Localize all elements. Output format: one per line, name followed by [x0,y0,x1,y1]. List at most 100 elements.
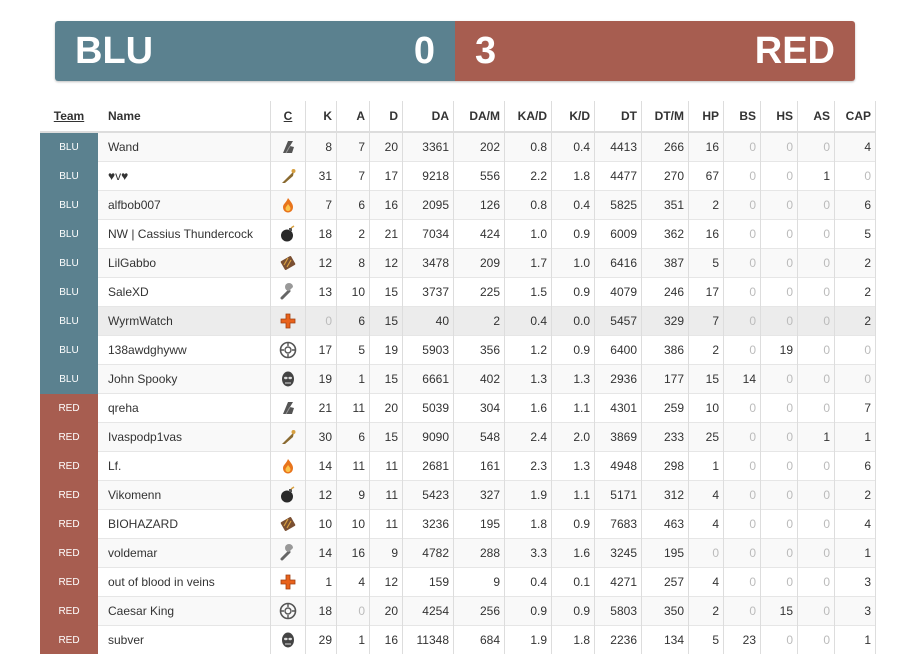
stat-damage: 40 [402,306,454,336]
table-row[interactable]: BLU ♥v♥ 31 7 17 9218 556 2.2 1.8 4477 270 67 0 0 1 0 [40,161,876,191]
player-name[interactable]: Wand [98,131,271,162]
table-row[interactable]: BLU LilGabbo 12 8 12 3478 209 1.7 1.0 6416 387 5 0 0 0… [40,248,876,278]
stat-deaths: 9 [369,538,403,568]
table-row[interactable]: BLU NW | Cassius Thundercock 18 2 21 7034 424 1… [40,219,876,249]
stat-assists: 9 [336,480,370,510]
stat-airshots: 0 [797,306,835,336]
stat-damage: 2681 [402,451,454,481]
stat-damage-taken-per-minute: 386 [641,335,689,365]
stat-kad: 0.4 [504,567,552,597]
table-row[interactable]: RED Ivaspodp1vas 30 6 15 9090 548 2.4 2.0 3869 233… [40,422,876,452]
scoreboard-header: BLU 0 3 RED [55,21,855,81]
player-name[interactable]: LilGabbo [98,248,271,278]
scout-class-icon [283,141,294,154]
stat-assists: 7 [336,161,370,191]
stat-damage-per-minute: 402 [453,364,505,394]
column-header-bs[interactable]: BS [723,101,761,133]
stat-damage-taken: 3869 [594,422,642,452]
table-row[interactable]: BLU Wand 8 7 20 3361 202 0.8 0.4 4413 266 16 0 0 0 4 [40,131,876,162]
table-row[interactable]: RED Vikomenn 12 9 11 5423 327 1.9 1.1 5171 312 4 0 0 0… [40,480,876,510]
column-header-hs[interactable]: HS [760,101,798,133]
column-header-da-m[interactable]: DA/M [453,101,505,133]
stat-headshots: 0 [760,277,798,307]
stat-backstabs: 0 [723,277,761,307]
table-row[interactable]: RED BIOHAZARD 10 10 11 3236 195 1.8 0.9 7683 463 4 0… [40,509,876,539]
stat-damage: 3361 [402,131,454,162]
stat-assists: 16 [336,538,370,568]
column-header-cap[interactable]: CAP [834,101,876,133]
stat-deaths: 15 [369,422,403,452]
column-header-ka-d[interactable]: KA/D [504,101,552,133]
player-name[interactable]: 138awdghyww [98,335,271,365]
column-header-c[interactable]: C [270,101,306,133]
stat-deaths: 11 [369,480,403,510]
player-name[interactable]: BIOHAZARD [98,509,271,539]
stat-damage-taken: 4948 [594,451,642,481]
stat-kd: 0.9 [551,219,595,249]
player-name[interactable]: John Spooky [98,364,271,394]
column-header-k[interactable]: K [305,101,337,133]
player-name[interactable]: Lf. [98,451,271,481]
stat-kd: 0.1 [551,567,595,597]
stat-kills: 18 [305,219,337,249]
player-name[interactable]: WyrmWatch [98,306,271,336]
stat-damage: 5423 [402,480,454,510]
stat-deaths: 20 [369,596,403,626]
table-row[interactable]: BLU John Spooky 19 1 15 6661 402 1.3 1.3 2936 177 1… [40,364,876,394]
table-row[interactable]: BLU WyrmWatch 0 6 15 40 2 0.4 0.0 5457 329 7 0 0 0 2 [40,306,876,336]
table-row[interactable]: RED qreha 21 11 20 5039 304 1.6 1.1 4301 259 10 0 0 0 7 [40,393,876,423]
table-row[interactable]: BLU alfbob007 7 6 16 2095 126 0.8 0.4 5825 351 2 0 0 0… [40,190,876,220]
column-header-team[interactable]: Team [40,101,98,133]
player-name[interactable]: alfbob007 [98,190,271,220]
team-badge: RED [40,625,98,654]
player-name[interactable]: Caesar King [98,596,271,626]
stat-backstabs: 0 [723,335,761,365]
column-header-dt[interactable]: DT [594,101,642,133]
column-header-name[interactable]: Name [98,101,271,133]
table-row[interactable]: BLU SaleXD 13 10 15 3737 225 1.5 0.9 4079 246 17 0 0 0… [40,277,876,307]
pyro-class-icon [283,459,293,474]
stat-backstabs: 0 [723,248,761,278]
column-header-da[interactable]: DA [402,101,454,133]
player-name[interactable]: subver [98,625,271,654]
player-name[interactable]: out of blood in veins [98,567,271,597]
column-header-dt-m[interactable]: DT/M [641,101,689,133]
stat-damage-per-minute: 424 [453,219,505,249]
stat-kad: 1.3 [504,364,552,394]
stat-damage-taken-per-minute: 270 [641,161,689,191]
table-row[interactable]: RED Lf. 14 11 11 2681 161 2.3 1.3 4948 298 1 0 0 0 6 [40,451,876,481]
stat-backstabs: 0 [723,131,761,162]
player-name[interactable]: qreha [98,393,271,423]
column-header-as[interactable]: AS [797,101,835,133]
stat-headshots: 0 [760,451,798,481]
stat-airshots: 0 [797,451,835,481]
player-name[interactable]: SaleXD [98,277,271,307]
stat-damage: 159 [402,567,454,597]
player-name[interactable]: voldemar [98,538,271,568]
column-header-hp[interactable]: HP [688,101,724,133]
table-row[interactable]: RED voldemar 14 16 9 4782 288 3.3 1.6 3245 195 0 0 0 0… [40,538,876,568]
stat-damage-taken: 2936 [594,364,642,394]
table-row[interactable]: BLU 138awdghyww 17 5 19 5903 356 1.2 0.9 6400 386 2… [40,335,876,365]
table-row[interactable]: RED out of blood in veins 1 4 12 159 9 0.4 0.1 42… [40,567,876,597]
stat-kills: 31 [305,161,337,191]
team-badge: BLU [40,190,98,220]
player-name[interactable]: ♥v♥ [98,161,271,191]
player-name[interactable]: NW | Cassius Thundercock [98,219,271,249]
stat-kills: 12 [305,480,337,510]
column-header-a[interactable]: A [336,101,370,133]
stat-kd: 1.3 [551,364,595,394]
stat-damage-taken: 5457 [594,306,642,336]
column-header-d[interactable]: D [369,101,403,133]
player-name[interactable]: Vikomenn [98,480,271,510]
stat-assists: 6 [336,306,370,336]
stat-kd: 1.1 [551,393,595,423]
stat-damage: 2095 [402,190,454,220]
player-name[interactable]: Ivaspodp1vas [98,422,271,452]
stat-airshots: 0 [797,509,835,539]
table-row[interactable]: RED subver 29 1 16 11348 684 1.9 1.8 2236 134 5 23 0 0… [40,625,876,654]
table-row[interactable]: RED Caesar King 18 0 20 4254 256 0.9 0.9 5803 350 2… [40,596,876,626]
column-header-k-d[interactable]: K/D [551,101,595,133]
stat-damage-taken-per-minute: 266 [641,131,689,162]
player-class [270,219,306,249]
